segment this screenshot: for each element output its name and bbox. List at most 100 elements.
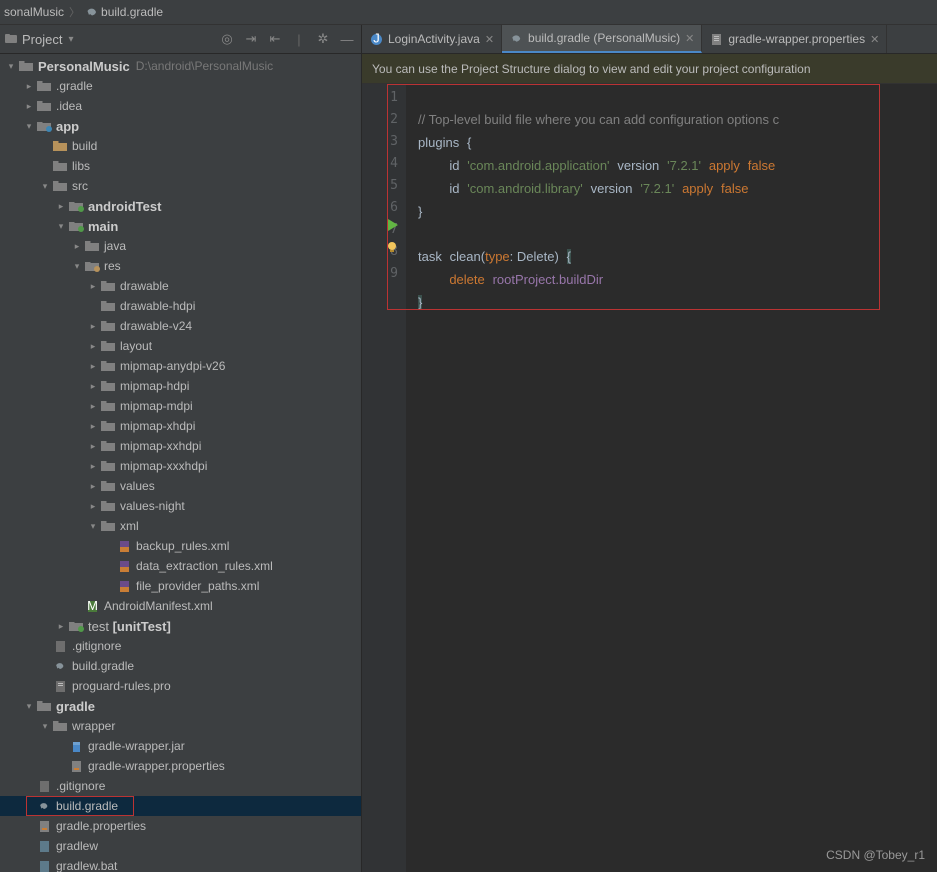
file-icon (116, 559, 132, 573)
hint-bulb-icon[interactable] (386, 241, 400, 255)
expand-arrow-icon[interactable]: ▸ (86, 361, 100, 372)
tree-item[interactable]: ▸mipmap-xxxhdpi (0, 456, 361, 476)
tree-item[interactable]: ▸ mipmap-mdpi (0, 396, 361, 416)
tree-item-label: .gitignore (72, 639, 121, 653)
expand-arrow-icon[interactable]: ▾ (22, 701, 36, 712)
close-icon[interactable]: ✕ (870, 33, 879, 46)
tree-item[interactable]: ▸drawable-v24 (0, 316, 361, 336)
tree-item[interactable]: ▾gradle (0, 696, 361, 716)
expand-arrow-icon[interactable]: ▸ (22, 101, 36, 112)
file-type-icon (509, 31, 523, 45)
chevron-down-icon[interactable]: ▾ (68, 34, 73, 45)
file-icon (100, 299, 116, 313)
run-gutter-icon[interactable] (386, 219, 400, 233)
editor: You can use the Project Structure dialog… (362, 54, 937, 872)
expand-arrow-icon[interactable]: ▸ (86, 441, 100, 452)
tree-root[interactable]: ▾PersonalMusicD:\android\PersonalMusic (0, 56, 361, 76)
expand-arrow-icon[interactable]: ▸ (54, 201, 68, 212)
tree-item[interactable]: ▸.gradle (0, 76, 361, 96)
tree-item[interactable]: ▾main (0, 216, 361, 236)
code-text[interactable]: // Top-level build file where you can ad… (406, 84, 937, 872)
tree-item[interactable]: drawable-hdpi (0, 296, 361, 316)
expand-arrow-icon[interactable]: ▸ (86, 341, 100, 352)
tree-item-label: libs (72, 159, 90, 173)
expand-arrow-icon[interactable]: ▸ (86, 461, 100, 472)
tree-item[interactable]: ▸mipmap-hdpi (0, 376, 361, 396)
expand-arrow-icon[interactable]: ▾ (54, 221, 68, 232)
editor-tab[interactable]: JLoginActivity.java✕ (362, 25, 502, 53)
expand-arrow-icon[interactable]: ▸ (70, 241, 84, 252)
expand-arrow-icon[interactable]: ▸ (54, 621, 68, 632)
notification-banner[interactable]: You can use the Project Structure dialog… (362, 54, 937, 84)
close-icon[interactable]: ✕ (485, 33, 494, 46)
target-icon[interactable]: ◎ (217, 29, 237, 49)
tree-item[interactable]: .gitignore (0, 776, 361, 796)
tree-item[interactable]: ▾xml (0, 516, 361, 536)
expand-arrow-icon[interactable]: ▸ (86, 381, 100, 392)
tree-item[interactable]: gradle-wrapper.jar (0, 736, 361, 756)
expand-arrow-icon[interactable]: ▸ (22, 81, 36, 92)
tree-item[interactable]: libs (0, 156, 361, 176)
tree-item[interactable]: ▸ java (0, 236, 361, 256)
tree-item[interactable]: gradle.properties (0, 816, 361, 836)
tree-item[interactable]: ▸ mipmap-xxhdpi (0, 436, 361, 456)
close-icon[interactable]: ✕ (685, 32, 694, 45)
expand-arrow-icon[interactable]: ▸ (86, 481, 100, 492)
tree-item[interactable]: MAndroidManifest.xml (0, 596, 361, 616)
expand-arrow-icon[interactable]: ▸ (86, 421, 100, 432)
tree-item-label: java (104, 239, 126, 253)
tree-item[interactable]: ▸.idea (0, 96, 361, 116)
tree-item[interactable]: gradlew (0, 836, 361, 856)
project-tree[interactable]: ▾PersonalMusicD:\android\PersonalMusic▸.… (0, 54, 362, 872)
gear-icon[interactable]: ✲ (313, 29, 333, 49)
tree-item[interactable]: gradle-wrapper.properties (0, 756, 361, 776)
tree-item[interactable]: ▾app (0, 116, 361, 136)
tree-item[interactable]: data_extraction_rules.xml (0, 556, 361, 576)
project-label[interactable]: Project (22, 32, 62, 47)
tree-item[interactable]: ▸test [unitTest] (0, 616, 361, 636)
breadcrumb-sep-icon: 〉 (69, 4, 80, 20)
tree-item[interactable]: build (0, 136, 361, 156)
tree-item[interactable]: build.gradle (0, 796, 361, 816)
editor-tab[interactable]: gradle-wrapper.properties ✕ (702, 25, 887, 53)
expand-arrow-icon[interactable]: ▸ (86, 281, 100, 292)
tree-item[interactable]: build.gradle (0, 656, 361, 676)
tab-label: gradle-wrapper.properties (728, 32, 865, 46)
tree-item[interactable]: backup_rules.xml (0, 536, 361, 556)
tree-item-label: data_extraction_rules.xml (136, 559, 273, 573)
tree-item[interactable]: gradlew.bat (0, 856, 361, 872)
tree-item[interactable]: ▸ drawable (0, 276, 361, 296)
expand-arrow-icon[interactable]: ▸ (86, 321, 100, 332)
line-number-gutter[interactable]: 123456789 (362, 84, 406, 872)
expand-arrow-icon[interactable]: ▾ (70, 261, 84, 272)
hide-icon[interactable]: — (337, 29, 357, 49)
tree-item[interactable]: ▸layout (0, 336, 361, 356)
expand-icon[interactable]: ⇥ (241, 29, 261, 49)
expand-arrow-icon[interactable]: ▾ (38, 181, 52, 192)
breadcrumb-file[interactable]: build.gradle (101, 5, 163, 19)
tree-item-label: mipmap-xxhdpi (120, 439, 201, 453)
expand-arrow-icon[interactable]: ▾ (38, 721, 52, 732)
tree-item[interactable]: ▸values (0, 476, 361, 496)
tree-item[interactable]: ▾res (0, 256, 361, 276)
breadcrumb-root[interactable]: sonalMusic (4, 5, 64, 19)
expand-arrow-icon[interactable]: ▾ (22, 121, 36, 132)
expand-arrow-icon[interactable]: ▸ (86, 501, 100, 512)
tree-item[interactable]: ▸values-night (0, 496, 361, 516)
tree-item[interactable]: ▸mipmap-anydpi-v26 (0, 356, 361, 376)
expand-arrow-icon[interactable]: ▾ (86, 521, 100, 532)
tree-item[interactable]: ▾wrapper (0, 716, 361, 736)
editor-tab[interactable]: build.gradle (PersonalMusic)✕ (502, 25, 702, 53)
expand-arrow-icon[interactable]: ▸ (86, 401, 100, 412)
tree-item[interactable]: ▾src (0, 176, 361, 196)
tree-item-label: drawable (120, 279, 169, 293)
tree-item[interactable]: ▸mipmap-xhdpi (0, 416, 361, 436)
tree-item[interactable]: proguard-rules.pro (0, 676, 361, 696)
tree-item[interactable]: .gitignore (0, 636, 361, 656)
tree-item[interactable]: ▸androidTest (0, 196, 361, 216)
collapse-icon[interactable]: ⇤ (265, 29, 285, 49)
file-icon (52, 679, 68, 693)
tree-item-label: mipmap-mdpi (120, 399, 193, 413)
tree-item-label: gradlew.bat (56, 859, 117, 872)
tree-item[interactable]: file_provider_paths.xml (0, 576, 361, 596)
